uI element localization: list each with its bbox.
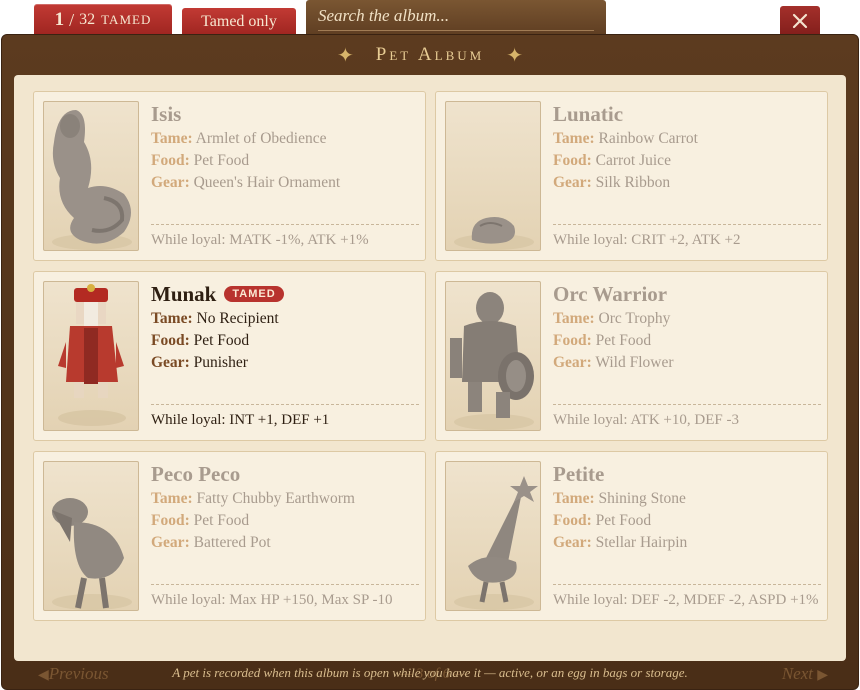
pet-name: Lunatic (553, 101, 624, 126)
search-input[interactable] (318, 6, 594, 31)
petite-portrait (445, 461, 541, 611)
star-ornament-icon: ✦ (337, 43, 354, 67)
pet-name: Peco Peco (151, 461, 241, 486)
album-content: Isis Tame: Armlet of Obedience Food: Pet… (14, 75, 846, 683)
loyal-bonus: While loyal: ATK +10, DEF -3 (553, 404, 821, 430)
orc-warrior-portrait (445, 281, 541, 431)
food-item: Pet Food (595, 332, 652, 349)
loyal-bonus: While loyal: MATK -1%, ATK +1% (151, 224, 419, 250)
title-bar: ✦ Pet Album ✦ (2, 35, 858, 75)
tame-item: Fatty Chubby Earthworm (196, 490, 355, 507)
loyal-bonus: While loyal: CRIT +2, ATK +2 (553, 224, 821, 250)
pet-name: Petite (553, 461, 605, 486)
gear-item: Battered Pot (193, 534, 271, 551)
close-button[interactable] (780, 6, 820, 36)
pet-name: Orc Warrior (553, 281, 668, 306)
munak-portrait (43, 281, 139, 431)
star-ornament-icon: ✦ (506, 43, 523, 67)
loyal-bonus: While loyal: Max HP +150, Max SP -10 (151, 584, 419, 610)
gear-item: Wild Flower (595, 354, 674, 371)
tame-item: Orc Trophy (598, 310, 671, 327)
tame-item: Shining Stone (598, 490, 686, 507)
pet-album-window: ✦ Pet Album ✦ Isis Tame: Armlet of Obedi… (1, 34, 859, 690)
close-icon (792, 13, 808, 29)
tame-item: No Recipient (196, 310, 279, 327)
tame-item: Rainbow Carrot (598, 130, 698, 147)
gear-item: Queen's Hair Ornament (193, 174, 341, 191)
pet-card-isis[interactable]: Isis Tame: Armlet of Obedience Food: Pet… (33, 91, 426, 261)
window-title: Pet Album (375, 44, 485, 65)
tamed-only-filter-button[interactable]: Tamed only (182, 8, 296, 36)
food-item: Pet Food (595, 512, 652, 529)
tamed-count: 1 (54, 9, 65, 30)
tame-item: Armlet of Obedience (195, 130, 327, 147)
food-item: Pet Food (193, 332, 250, 349)
pet-card-petite[interactable]: Petite Tame: Shining Stone Food: Pet Foo… (435, 451, 828, 621)
pet-card-munak[interactable]: Munak TAMED Tame: No Recipient Food: Pet… (33, 271, 426, 441)
gear-item: Silk Ribbon (595, 174, 671, 191)
album-footnote: A pet is recorded when this album is ope… (172, 665, 688, 680)
loyal-bonus: While loyal: INT +1, DEF +1 (151, 404, 419, 430)
pet-card-orc-warrior[interactable]: Orc Warrior Tame: Orc Trophy Food: Pet F… (435, 271, 828, 441)
peco-peco-portrait (43, 461, 139, 611)
pet-name: Munak (151, 281, 217, 306)
search-box (306, 0, 606, 35)
isis-portrait (43, 101, 139, 251)
tamed-badge: TAMED (224, 286, 284, 302)
tamed-label: TAMED (101, 12, 152, 27)
total-count: 32 (79, 11, 96, 28)
pet-name: Isis (151, 101, 182, 126)
loyal-bonus: While loyal: DEF -2, MDEF -2, ASPD +1% (553, 584, 821, 610)
lunatic-portrait (445, 101, 541, 251)
tamed-counter: 1 / 32 TAMED (34, 4, 172, 36)
pet-card-lunatic[interactable]: Lunatic Tame: Rainbow Carrot Food: Carro… (435, 91, 828, 261)
gear-item: Stellar Hairpin (595, 534, 688, 551)
gear-item: Punisher (193, 354, 248, 371)
food-item: Pet Food (193, 152, 250, 169)
food-item: Pet Food (193, 512, 250, 529)
pet-card-peco-peco[interactable]: Peco Peco Tame: Fatty Chubby Earthworm F… (33, 451, 426, 621)
food-item: Carrot Juice (595, 152, 671, 169)
